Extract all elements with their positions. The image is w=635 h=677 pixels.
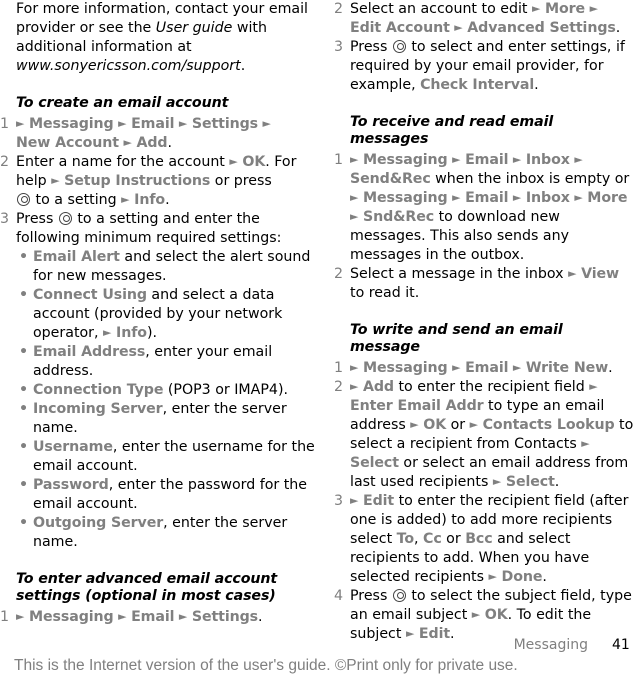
arrow-icon: ►: [581, 437, 590, 450]
arrow-icon: ►: [532, 2, 541, 15]
user-guide-reference: User guide: [155, 20, 233, 36]
intro-paragraph: For more information, contact your email…: [16, 1, 308, 74]
advanced-step-3: 3 Press to select and enter settings, if…: [334, 39, 625, 93]
send-step-3: 3 ► Edit to enter the recipient field (a…: [334, 493, 629, 585]
arrow-icon: ►: [512, 153, 522, 166]
arrow-icon: ►: [118, 117, 127, 130]
list-item: Password, enter the password for the ema…: [19, 476, 316, 514]
arrow-icon: ►: [405, 627, 415, 640]
left-column: For more information, contact your email…: [0, 0, 316, 627]
step-number: 2: [334, 266, 344, 282]
arrow-icon: ►: [16, 117, 25, 130]
step-number: 3: [334, 39, 344, 55]
arrow-icon: ►: [574, 191, 583, 204]
navigation-key-icon: [58, 212, 72, 225]
heading-send-message: To write and send an email message: [350, 322, 563, 355]
arrow-icon: ►: [121, 193, 130, 206]
page-number: 41: [612, 637, 630, 653]
create-step-2: 2 Enter a name for the account ► OK. For…: [0, 154, 297, 208]
step-number: 2: [334, 1, 344, 17]
list-item: Email Address, enter your email address.: [19, 343, 316, 381]
heading-receive-messages: To receive and read email messages: [350, 114, 554, 147]
receive-step-1: 1 ► Messaging ► Email ► Inbox ► Send&Rec …: [334, 152, 630, 263]
list-item: Connect Using and select a data account …: [19, 286, 316, 343]
step-number: 1: [0, 609, 10, 625]
arrow-icon: ►: [123, 136, 132, 149]
navigation-key-icon: [17, 193, 30, 206]
step-number: 2: [0, 154, 10, 170]
step-number: 1: [0, 116, 10, 132]
arrow-icon: ►: [452, 361, 461, 374]
list-item: Outgoing Server, enter the server name.: [19, 514, 316, 552]
list-item: Email Alert and select the alert sound f…: [19, 248, 316, 286]
arrow-icon: ►: [512, 361, 522, 374]
arrow-icon: ►: [51, 174, 60, 187]
arrow-icon: ►: [452, 191, 461, 204]
arrow-icon: ►: [350, 380, 359, 393]
arrow-icon: ►: [118, 610, 127, 623]
navigation-key-icon: [392, 589, 406, 602]
arrow-icon: ►: [469, 418, 479, 431]
arrow-icon: ►: [262, 117, 272, 130]
arrow-icon: ►: [410, 418, 419, 431]
heading-create-account: To create an email account: [16, 95, 229, 111]
heading-advanced-settings: To enter advanced email account settings…: [16, 571, 278, 604]
create-step-1: 1 ► Messaging ► Email ► Settings ► New Ac…: [0, 116, 272, 151]
arrow-icon: ►: [350, 191, 359, 204]
arrow-icon: ►: [454, 21, 463, 34]
advanced-step-2: 2 Select an account to edit ► More ► Edit…: [334, 1, 621, 36]
step-number: 1: [334, 360, 344, 376]
step-number: 2: [334, 379, 344, 395]
arrow-icon: ►: [178, 610, 188, 623]
arrow-icon: ►: [350, 494, 359, 507]
list-item: Incoming Server, enter the server name.: [19, 400, 316, 438]
list-item: Connection Type (POP3 or IMAP4).: [19, 381, 316, 400]
list-item: Username, enter the username for the ema…: [19, 438, 316, 476]
arrow-icon: ►: [574, 153, 583, 166]
arrow-icon: ►: [492, 475, 502, 488]
arrow-icon: ►: [16, 610, 25, 623]
arrow-icon: ►: [471, 608, 481, 621]
advanced-step-1: 1 ► Messaging ► Email ► Settings.: [0, 609, 263, 625]
arrow-icon: ►: [589, 380, 598, 393]
arrow-icon: ►: [103, 326, 112, 339]
create-step-3: 3 Press to a setting and enter the follo…: [0, 211, 282, 246]
send-step-4: 4 Press to select the subject field, typ…: [334, 588, 632, 642]
arrow-icon: ►: [512, 191, 522, 204]
navigation-key-icon: [392, 40, 406, 53]
arrow-icon: ►: [350, 153, 359, 166]
arrow-icon: ►: [350, 361, 359, 374]
footer-disclaimer: This is the Internet version of the user…: [14, 657, 518, 674]
receive-step-2: 2 Select a message in the inbox ► View t…: [334, 266, 619, 301]
arrow-icon: ►: [589, 2, 599, 15]
send-step-1: 1 ► Messaging ► Email ► Write New.: [334, 360, 613, 376]
step-number: 3: [334, 493, 344, 509]
support-url: www.sonyericsson.com/support: [16, 58, 241, 74]
right-column: 2 Select an account to edit ► More ► Edit…: [334, 0, 635, 644]
send-step-2: 2 ► Add to enter the recipient field ► En…: [334, 379, 634, 490]
arrow-icon: ►: [568, 267, 577, 280]
required-settings-list: Email Alert and select the alert sound f…: [16, 248, 316, 552]
arrow-icon: ►: [178, 117, 188, 130]
arrow-icon: ►: [452, 153, 461, 166]
arrow-icon: ►: [229, 155, 238, 168]
step-number: 4: [334, 588, 344, 604]
footer-section-name: Messaging: [513, 637, 588, 653]
step-number: 3: [0, 211, 10, 227]
arrow-icon: ►: [488, 570, 497, 583]
arrow-icon: ►: [350, 210, 359, 223]
step-number: 1: [334, 152, 344, 168]
